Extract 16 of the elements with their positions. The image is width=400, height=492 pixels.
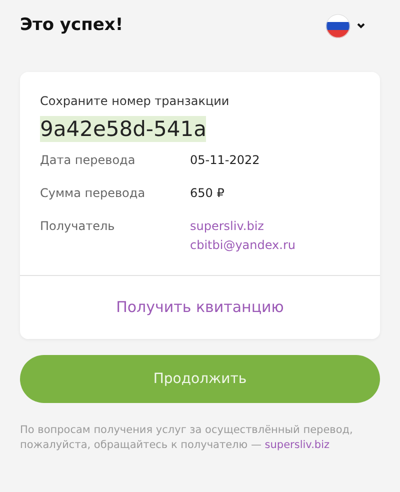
detail-label: Получатель <box>40 218 116 235</box>
receipt-link[interactable]: Получить квитанцию <box>116 296 284 319</box>
flag-icon <box>326 14 350 38</box>
transaction-prompt: Сохраните номер транзакции <box>40 93 230 110</box>
recipient-link[interactable]: cbitbi@yandex.ru <box>190 236 296 255</box>
chevron-down-icon <box>356 22 366 30</box>
detail-label: Сумма перевода <box>40 185 146 202</box>
page-title: Это успех! <box>20 14 124 38</box>
transaction-id: 9a42e58d-541a <box>40 116 206 142</box>
language-selector[interactable] <box>326 14 366 38</box>
footer-text: По вопросам получения услуг за осуществлённый перевод, пожалуйста, обращайтесь к получателю — supersliv.biz <box>20 423 354 453</box>
detail-label: Дата перевода <box>40 152 136 169</box>
detail-value: 05-11-2022 <box>190 152 260 169</box>
recipient-link[interactable]: supersliv.biz <box>190 217 264 236</box>
footer-link[interactable]: supersliv.biz <box>264 439 330 451</box>
detail-value: 650 ₽ <box>190 185 224 202</box>
